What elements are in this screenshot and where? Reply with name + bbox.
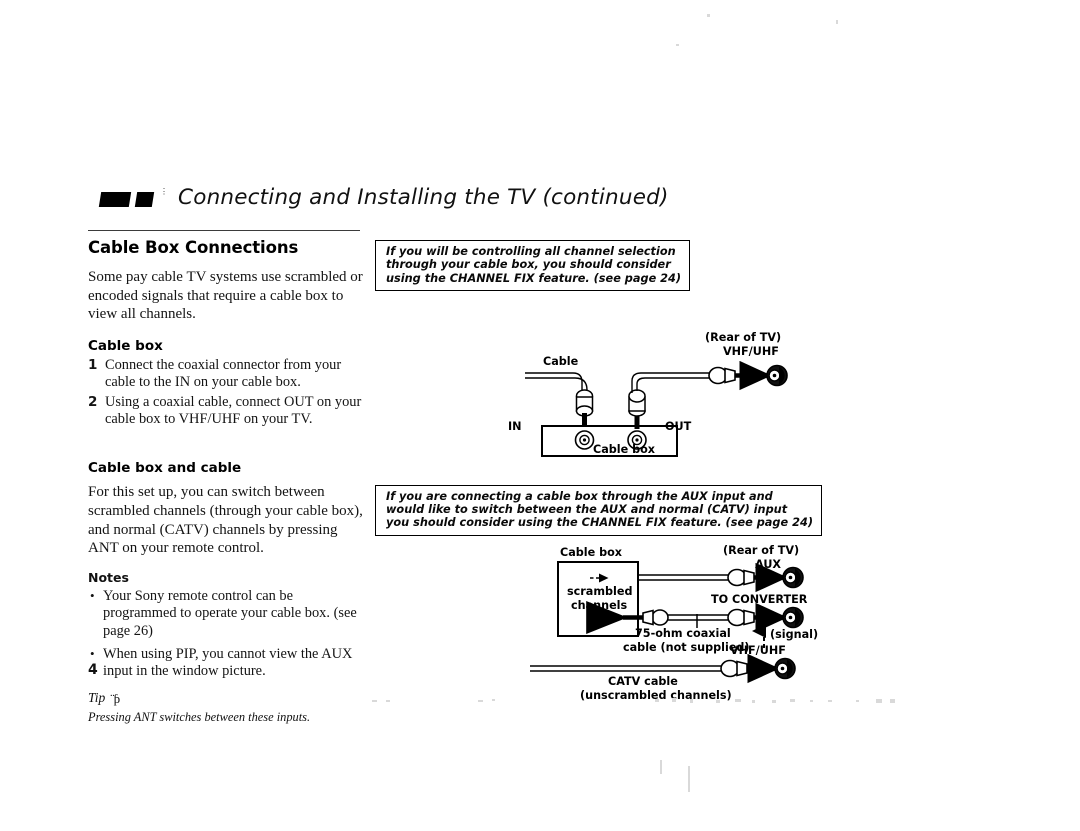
callout-line: using the CHANNEL FIX feature. (see page…	[386, 271, 682, 285]
step-number: 2	[88, 393, 98, 410]
subsection-2-body: For this set up, you can switch between …	[88, 484, 363, 557]
callout-box-2: If you are connecting a cable box throug…	[375, 484, 822, 536]
tip-label: Tip	[88, 689, 106, 705]
section-title: Cable Box Connections	[88, 238, 299, 257]
page-number: 4	[88, 662, 98, 678]
tip-heading: Tip ¨ƥ	[88, 690, 363, 706]
list-item: 1 Connect the coaxial connector from you…	[88, 357, 363, 392]
section-divider	[88, 230, 360, 231]
callout-line: would like to switch between the AUX and…	[386, 503, 788, 517]
note-text: Your Sony remote control can be programm…	[103, 587, 357, 639]
label-scrambled: scrambled	[567, 584, 633, 598]
black-bars-icon	[98, 192, 180, 208]
intro-paragraph: Some pay cable TV systems use scrambled …	[88, 269, 363, 323]
label-in: IN	[508, 419, 522, 433]
tip-text: Pressing ANT switches between these inpu…	[88, 709, 311, 724]
label-cable-box: Cable box	[560, 545, 622, 559]
notes-list: • Your Sony remote control can be progra…	[88, 588, 363, 681]
diagram-cable-box-and-cable: Cable box (Rear of TV) AUX scrambled cha…	[375, 540, 1015, 710]
label-channels: channels	[571, 598, 628, 612]
bullet-icon: •	[90, 646, 95, 661]
label-cable: Cable	[543, 354, 579, 368]
label-aux: AUX	[755, 557, 782, 571]
callout-line: If you will be controlling all channel s…	[386, 245, 676, 258]
page-title: Connecting and Installing the TV (contin…	[178, 185, 669, 210]
bullet-icon: •	[90, 587, 95, 603]
label-vhf-uhf: VHF/UHF	[730, 643, 786, 657]
callout-line: through your cable box, you should consi…	[386, 258, 671, 272]
list-item: • When using PIP, you cannot view the AU…	[88, 646, 363, 681]
lightbulb-icon: ¨ƥ	[110, 690, 120, 706]
label-vhf-uhf: VHF/UHF	[723, 344, 779, 358]
diagram-cable-box: Cable (Rear of TV) VHF/UHF IN OUT Cable …	[375, 293, 1015, 463]
label-coax-line-1: 75-ohm coaxial	[635, 626, 731, 640]
document-page: ⋮ Connecting and Installing the TV (cont…	[0, 0, 1080, 831]
label-rear-of-tv: (Rear of TV)	[705, 330, 782, 344]
step-text: Connect the coaxial connector from your …	[105, 356, 342, 391]
label-out: OUT	[665, 419, 692, 433]
label-to-converter: TO CONVERTER	[711, 592, 808, 606]
list-item: • Your Sony remote control can be progra…	[88, 588, 363, 640]
list-item: 2 Using a coaxial cable, connect OUT on …	[88, 394, 363, 429]
subsection-1-title: Cable box	[88, 337, 163, 354]
label-signal: (signal)	[770, 627, 819, 641]
callout-line: you should consider using the CHANNEL FI…	[386, 516, 813, 530]
callout-box-1: If you will be controlling all channel s…	[375, 240, 691, 291]
note-text: When using PIP, you cannot view the AUX …	[103, 646, 353, 680]
diagram-1-graphic	[525, 360, 788, 457]
dot-mark-icon: ⋮	[160, 187, 168, 196]
step-text: Using a coaxial cable, connect OUT on yo…	[105, 393, 362, 427]
left-text-column: Cable Box Connections Some pay cable TV …	[88, 230, 363, 725]
label-rear-of-tv: (Rear of TV)	[723, 543, 800, 557]
subsection-2-title: Cable box and cable	[88, 460, 242, 477]
label-cable-box: Cable box	[593, 442, 655, 456]
callout-line: If you are connecting a cable box throug…	[386, 489, 773, 503]
step-number: 1	[88, 356, 98, 373]
right-diagram-column: If you will be controlling all channel s…	[375, 240, 1015, 710]
label-catv-line-1: CATV cable	[608, 674, 678, 688]
cable-box-steps: 1 Connect the coaxial connector from you…	[88, 357, 363, 429]
notes-title: Notes	[88, 569, 129, 585]
page-header: ⋮ Connecting and Installing the TV (cont…	[98, 185, 700, 218]
